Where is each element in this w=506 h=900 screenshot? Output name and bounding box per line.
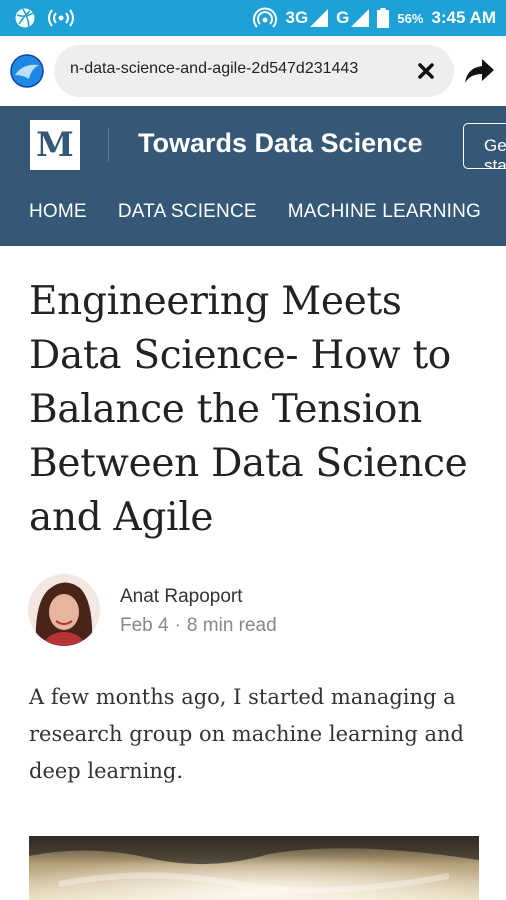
address-bar[interactable]: n-data-science-and-agile-2d547d231443 (54, 45, 454, 97)
close-icon[interactable] (412, 57, 440, 85)
nav-home[interactable]: HOME (29, 201, 87, 223)
nav-data-science[interactable]: DATA SCIENCE (118, 201, 257, 223)
battery-icon (377, 8, 390, 28)
author-avatar[interactable] (28, 574, 100, 646)
status-bar: 3G G 56% 3:45 AM (0, 0, 506, 36)
get-started-button[interactable]: Get started (463, 123, 506, 169)
meta-separator: · (174, 615, 181, 636)
logo-letter: M (36, 125, 74, 165)
signal-icon (351, 9, 370, 27)
medium-logo[interactable]: M (30, 120, 80, 170)
hotspot-icon (253, 7, 278, 28)
clock: 3:45 AM (431, 8, 496, 27)
article-meta: Feb 4 · 8 min read (120, 615, 277, 637)
signal-icon (310, 9, 329, 27)
header-divider (108, 128, 109, 162)
network-g: G (336, 8, 370, 28)
url-text[interactable]: n-data-science-and-agile-2d547d231443 (70, 60, 390, 78)
article-hero-image (29, 836, 479, 900)
article-intro: A few months ago, I started managing a r… (29, 685, 464, 783)
article-headline: Engineering Meets Data Science- How to B… (29, 279, 468, 540)
site-header: M Towards Data Science Get started HOME … (0, 106, 506, 246)
network-3g-label: 3G (285, 8, 309, 27)
publication-nav: HOME DATA SCIENCE MACHINE LEARNING (29, 201, 481, 223)
network-g-label: G (336, 8, 350, 27)
publication-title[interactable]: Towards Data Science (138, 128, 423, 159)
wifi-tethering-icon (48, 9, 74, 27)
dribbble-icon (15, 8, 35, 28)
share-icon[interactable] (462, 56, 496, 86)
battery-percent: 56% (397, 10, 424, 26)
author-name[interactable]: Anat Rapoport (120, 586, 243, 608)
browser-toolbar: n-data-science-and-agile-2d547d231443 (0, 36, 506, 106)
browser-logo-icon[interactable] (9, 53, 45, 89)
network-3g: 3G (285, 8, 329, 28)
publish-date: Feb 4 (120, 615, 169, 636)
read-time: 8 min read (186, 615, 277, 636)
nav-machine-learning[interactable]: MACHINE LEARNING (288, 201, 481, 223)
